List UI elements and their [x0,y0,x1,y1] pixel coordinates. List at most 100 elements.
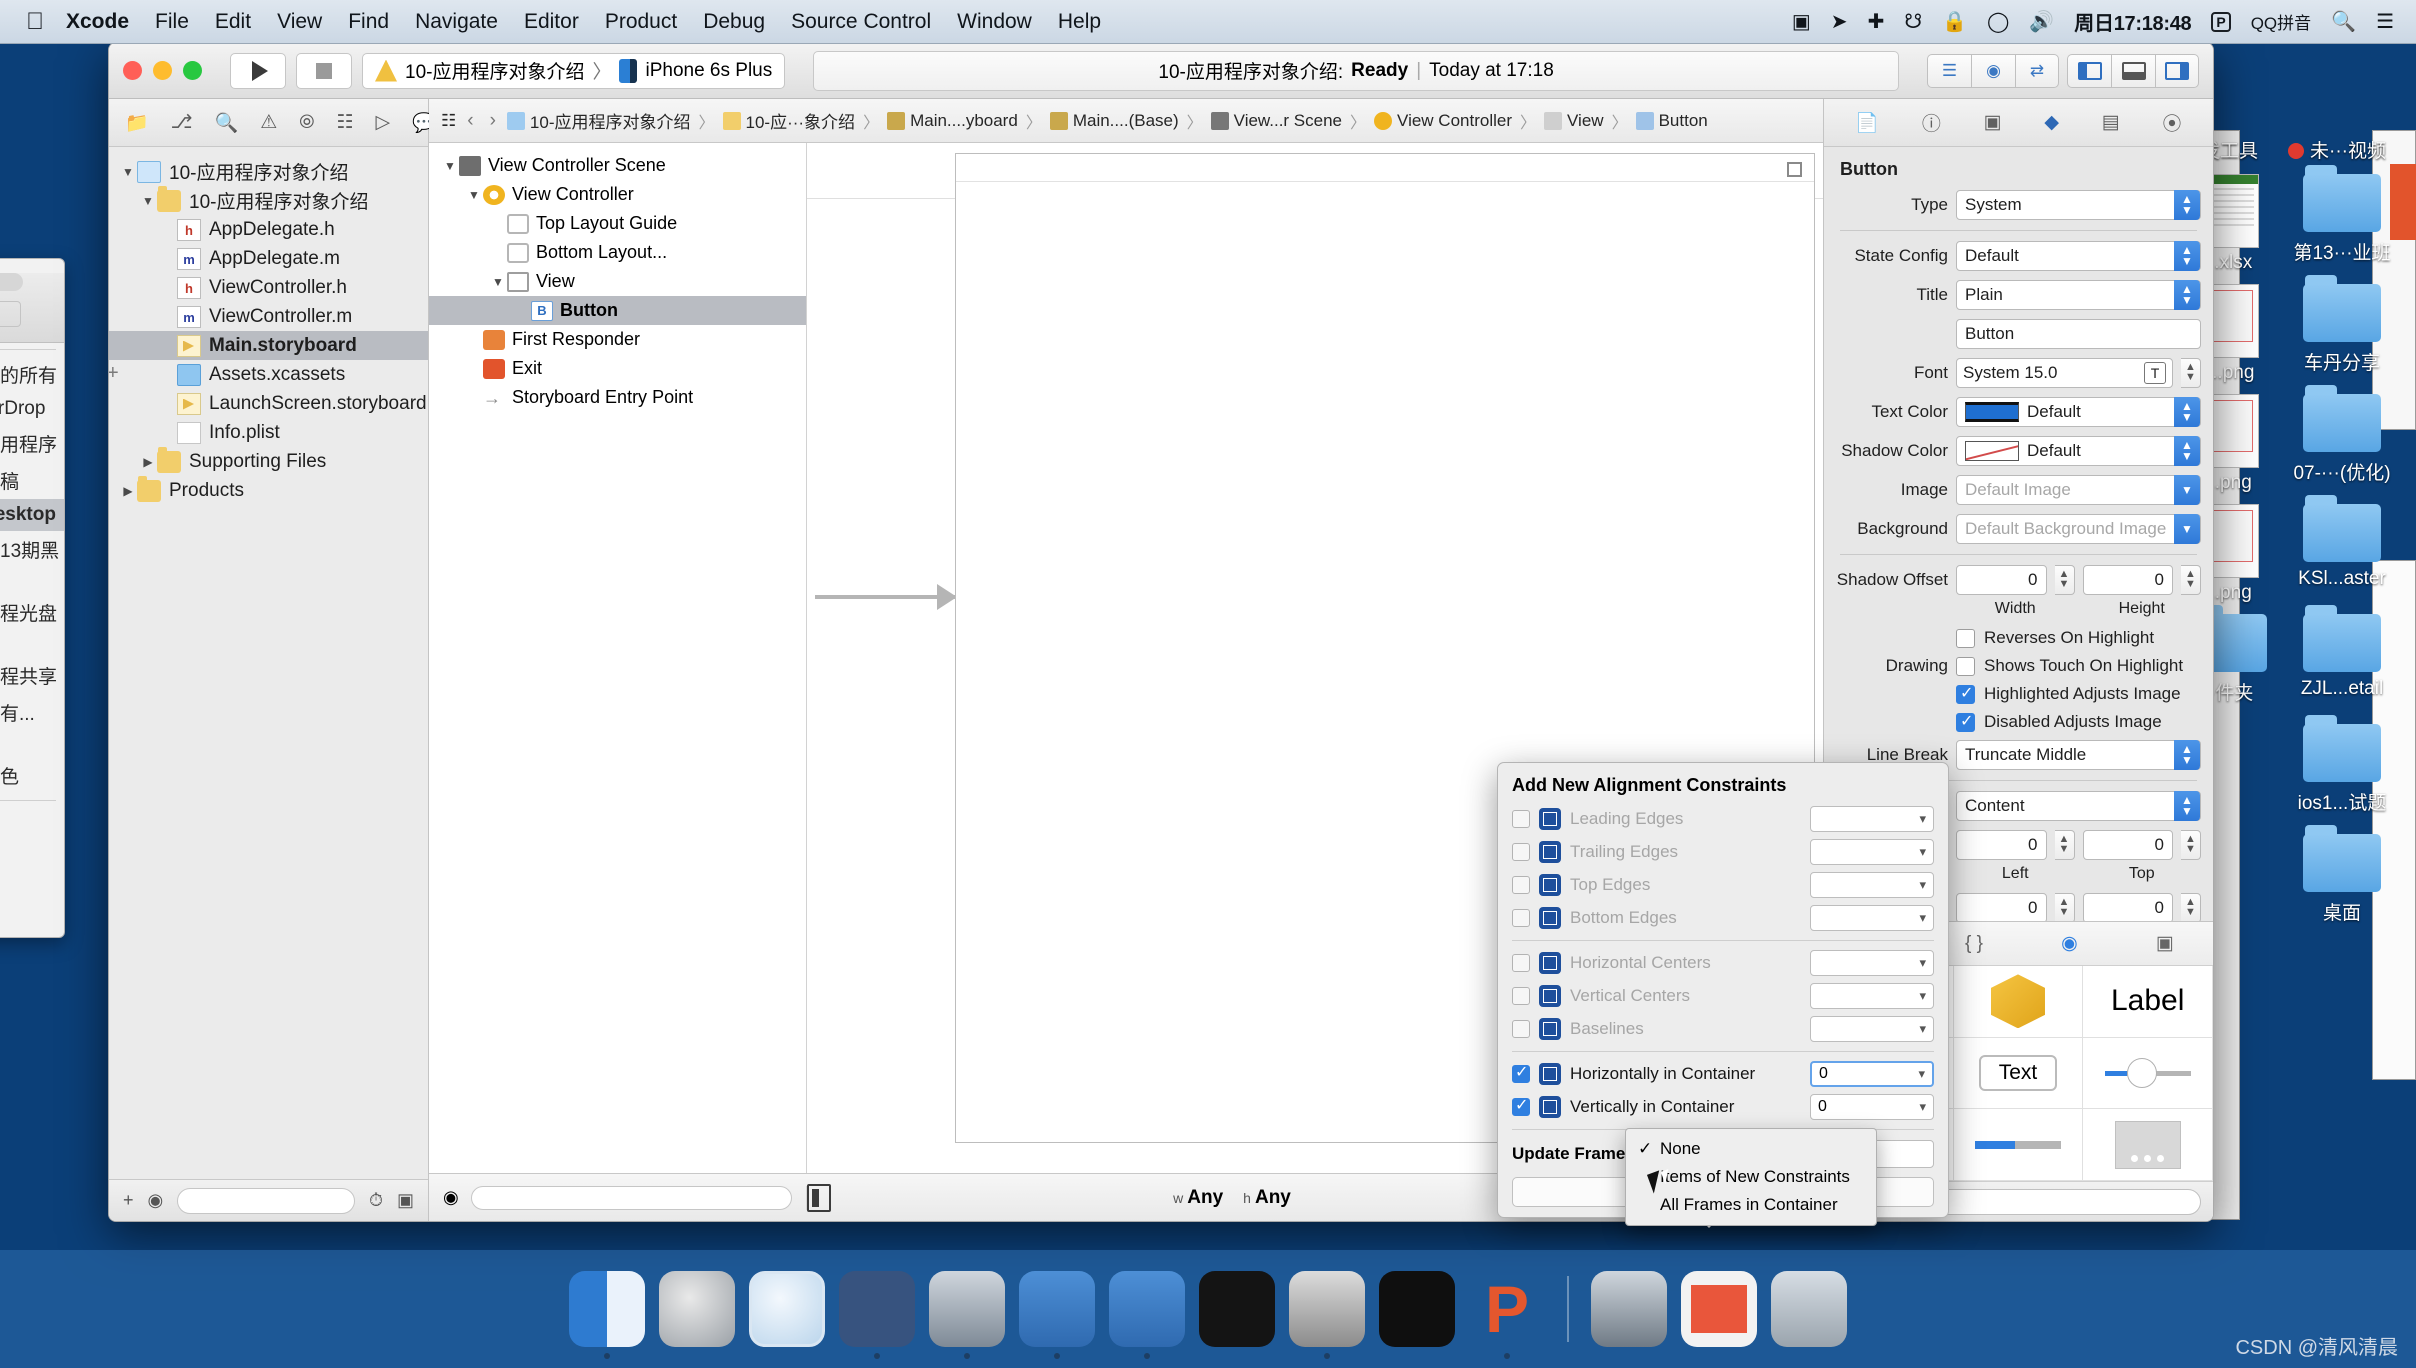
inspector-tab-bar[interactable]: 📄 ⓘ ▣ ◆ ▤ ⦿ [1824,99,2213,147]
dock-item-quicktime[interactable] [929,1271,1005,1359]
dock-item-p-app[interactable]: P [1469,1271,1545,1359]
library-item-progress-view[interactable] [1953,1109,2084,1181]
checkbox-disabled-adjusts-image[interactable] [1956,711,1975,732]
sidebar-item-7[interactable]: 课程共享 [0,657,64,694]
constraint-row[interactable]: Bottom Edges [1512,905,1934,931]
field-background[interactable]: Background Default Background Image ▼ [1836,514,2201,544]
sidebar-item-9[interactable]: 红色 [0,757,64,794]
desktop-folder-2[interactable]: 07-···(优化) [2288,385,2396,485]
menu-item-all-frames-in-container[interactable]: All Frames in Container [1626,1191,1876,1219]
navigator-row[interactable]: ▼LaunchScreen.storyboard [109,389,428,418]
drawing-option-2[interactable]: Highlighted Adjusts Image [1836,683,2201,704]
dock-item-mouse[interactable] [839,1271,915,1359]
constraint-value-combo[interactable]: 0 [1810,1061,1934,1087]
image-combo[interactable]: Default Image ▼ [1956,475,2201,505]
breadcrumb-item[interactable]: Main....yboard [887,111,1018,131]
find-navigator-tab[interactable]: 🔍 [215,111,239,135]
breadcrumb-item[interactable]: View Controller [1374,111,1512,131]
outline-row[interactable]: ▼ View [429,267,806,296]
menu-item-help[interactable]: Help [1058,10,1101,34]
chevron-updown-icon[interactable]: ▲ ▼ [2174,280,2200,310]
navigator-panel[interactable]: 📁 ⎇ 🔍 ⚠ ⦾ ☷ ▷ 💬 ▼ 10-应用程序对象介绍 ▼ 10-应用程序对象介绍… [109,99,436,1221]
desktop-folder-0[interactable]: 第13···业班 [2288,165,2396,265]
outline-row[interactable]: ▼First Responder [429,325,806,354]
disclosure-triangle-icon[interactable]: ▼ [441,159,459,173]
outline-bottom-bar[interactable]: ◉ [429,1185,807,1210]
constraint-value-combo[interactable] [1810,950,1934,976]
constraint-checkbox[interactable] [1512,1062,1530,1083]
navigator-filter-bar[interactable]: + ◉ ⏱ ▣ [109,1179,428,1221]
menu-item-view[interactable]: View [277,10,322,34]
chevron-left-icon[interactable]: ‹ [462,110,478,132]
constraint-row[interactable]: Vertical Centers [1512,983,1934,1009]
chevron-down-icon[interactable]: ▼ [2174,514,2200,544]
popover-edge-rows[interactable]: Leading Edges Trailing Edges Top Edges Bott… [1512,806,1934,931]
constraint-checkbox[interactable] [1512,1095,1530,1116]
navigator-filter-input[interactable] [177,1187,355,1214]
location-icon[interactable]: ➤ [1831,9,1848,34]
desktop-folder-6[interactable]: 桌面 [2288,825,2396,925]
source-control-filter-icon[interactable]: ▣ [397,1190,414,1211]
constraint-row[interactable]: Horizontal Centers [1512,950,1934,976]
sidebar-item-1[interactable]: AirDrop [0,393,64,425]
object-library-icon[interactable]: ◉ [2061,932,2078,955]
breadcrumb-item[interactable]: 10-应用程序对象介绍 [506,108,690,133]
field-state-config[interactable]: State Config Default ▲ ▼ [1836,241,2201,271]
desktop-folder-3[interactable]: KSl...aster [2288,495,2396,590]
toolbar-right-controls[interactable]: ☰ ◉ ⇄ [1927,53,2199,88]
file-inspector-icon[interactable]: 📄 [1855,111,1879,135]
lock-icon[interactable]: 🔒 [1942,9,1967,34]
constraint-checkbox[interactable] [1512,1020,1530,1038]
menu-item-edit[interactable]: Edit [215,10,251,34]
shadow-color-popup[interactable]: Default ▲ ▼ [1956,436,2201,466]
menu-item-navigate[interactable]: Navigate [415,10,498,34]
volume-icon[interactable]: 🔊 [2029,9,2054,34]
title-text-input[interactable]: Button [1956,319,2201,349]
chevron-updown-icon[interactable]: ▲ ▼ [2174,791,2200,821]
menu-item-window[interactable]: Window [957,10,1032,34]
debug-navigator-tab[interactable]: ☷ [337,111,354,134]
menu-item-source-control[interactable]: Source Control [791,10,931,34]
constraint-checkbox[interactable] [1512,810,1530,828]
breadcrumb-item[interactable]: Main....(Base) [1049,111,1179,131]
field-shadow-offset[interactable]: Shadow Offset 0 ▲ ▼ 0 ▲ ▼ [1836,565,2201,595]
font-size-stepper[interactable]: ▲ ▼ [2181,358,2201,388]
shadow-offset-width-stepper[interactable]: ▲ ▼ [2054,565,2075,595]
menu-item-xcode[interactable]: Xcode [66,10,129,34]
inset-top-input[interactable]: 0 [2082,830,2173,860]
constraint-value-combo[interactable] [1810,806,1934,832]
dock-item-safari[interactable] [749,1271,825,1347]
constraint-value-combo[interactable] [1810,839,1934,865]
field-title-text[interactable]: Button [1836,319,2201,349]
menu-item-find[interactable]: Find [348,10,389,34]
assistant-editor-icon[interactable]: ◉ [1971,53,2015,88]
scheme-selector[interactable]: 10-应用程序对象介绍 〉 iPhone 6s Plus [362,52,786,89]
apple-icon[interactable]:  [26,8,44,36]
size-inspector-icon[interactable]: ▤ [2102,111,2120,134]
recent-files-icon[interactable]: ⏱ [369,1190,383,1211]
sidebar-item-8[interactable]: 所有... [0,694,64,731]
search-icon[interactable]: 🔍 [2331,9,2356,34]
navigator-row[interactable]: ▼ 10-应用程序对象介绍 [109,185,428,215]
navigator-row[interactable]: ▶ Products [109,475,428,505]
dock-item-document[interactable] [1681,1271,1757,1347]
outline-row[interactable]: ▼Top Layout Guide [429,209,806,238]
sidebar-item-3[interactable]: 文稿 [0,462,64,499]
constraint-checkbox[interactable] [1512,876,1530,894]
title-style-popup[interactable]: Plain ▲ ▼ [1956,280,2201,310]
version-editor-icon[interactable]: ⇄ [2015,53,2059,88]
sidebar-item-0[interactable]: 我的所有 [0,356,64,393]
sidebar-item-2[interactable]: 应用程序 [0,425,64,462]
sidebar-item-6[interactable]: 远程光盘 [0,594,64,631]
checkbox-shows-touch-on-highlight[interactable] [1956,656,1975,676]
chevron-updown-icon[interactable]: ▲ ▼ [2174,190,2200,220]
stop-button[interactable] [296,52,352,89]
navigator-row[interactable]: ▼ 10-应用程序对象介绍 [109,157,428,186]
window-controls[interactable] [123,61,202,80]
quick-help-icon[interactable]: ⓘ [1922,109,1941,136]
run-button[interactable] [230,52,286,89]
sidebar-item-desktop[interactable]: Desktop [0,499,64,531]
disclosure-triangle-icon[interactable]: ▼ [465,188,483,202]
dock-item-terminal[interactable] [1199,1271,1275,1347]
menu-item-file[interactable]: File [155,10,189,34]
